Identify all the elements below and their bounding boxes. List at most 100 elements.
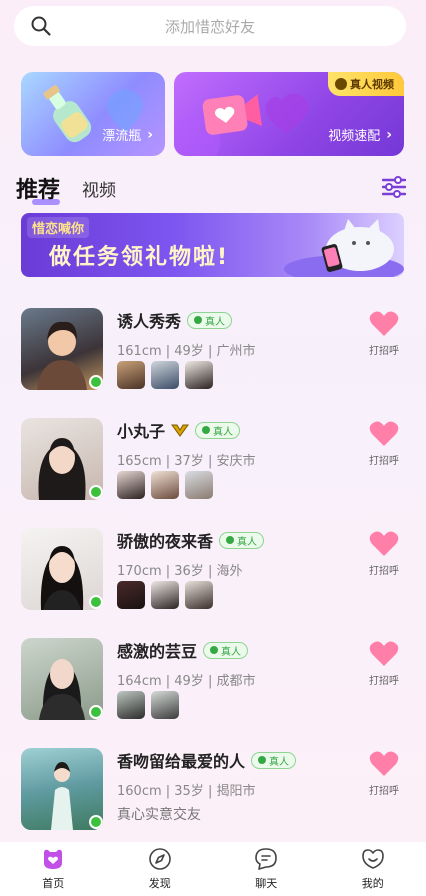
verified-icon (210, 646, 219, 654)
photo-thumb[interactable] (117, 581, 145, 609)
drift-bottle-label: 漂流瓶 (102, 129, 142, 144)
list-item[interactable]: 诱人秀秀 真人 161cm | 49岁 | 广州市 打招呼 (0, 308, 426, 398)
search-placeholder: 添加惜恋好友 (164, 17, 255, 36)
drift-bottle-card[interactable]: 漂流瓶 › (21, 72, 165, 156)
user-intro: 真心实意交友 (117, 807, 201, 823)
photo-strip (117, 361, 213, 389)
photo-thumb[interactable] (185, 581, 213, 609)
greet-button[interactable]: 打招呼 (364, 640, 404, 687)
user-name: 诱人秀秀 (117, 312, 182, 331)
photo-strip (117, 471, 213, 499)
verified-icon (202, 426, 211, 434)
video-match-label: 视频速配 (328, 129, 381, 144)
tab-label: 聊天 (255, 877, 278, 890)
tab-discover[interactable]: 发现 (120, 847, 200, 891)
verified-badge: 真人 (219, 531, 265, 549)
greet-button[interactable]: 打招呼 (364, 750, 404, 797)
tab-chat[interactable]: 聊天 (226, 847, 306, 891)
photo-thumb[interactable] (185, 471, 213, 499)
online-indicator (89, 375, 103, 389)
heart-icon (369, 531, 399, 556)
user-info: 165cm | 37岁 | 安庆市 (117, 454, 256, 469)
online-indicator (89, 485, 103, 499)
greet-label: 打招呼 (369, 566, 399, 577)
verified-badge: 真人 (187, 311, 233, 329)
greet-label: 打招呼 (369, 456, 399, 467)
greet-label: 打招呼 (369, 786, 399, 797)
bottom-tab-bar: 首页 发现 聊天 我的 (0, 842, 426, 896)
verified-badge: 真人 (203, 641, 249, 659)
user-info: 170cm | 36岁 | 海外 (117, 564, 243, 579)
verified-icon (194, 316, 203, 324)
tab-label: 发现 (148, 877, 171, 890)
filter-icon[interactable] (382, 176, 406, 198)
photo-strip (117, 691, 179, 719)
user-name: 骄傲的夜来香 (117, 532, 214, 551)
avatar[interactable] (21, 748, 103, 830)
avatar[interactable] (21, 528, 103, 610)
photo-thumb[interactable] (117, 691, 145, 719)
vip-icon (171, 424, 189, 437)
search-icon (31, 16, 51, 36)
tab-label: 我的 (361, 877, 384, 890)
greet-label: 打招呼 (369, 676, 399, 687)
search-bar[interactable]: 添加惜恋好友 (14, 6, 406, 46)
heart-icon (369, 751, 399, 776)
video-match-card[interactable]: 真人视频 视频速配 › (174, 72, 404, 156)
check-icon (335, 78, 347, 90)
real-video-badge: 真人视频 (328, 72, 404, 96)
heart-icon (369, 311, 399, 336)
online-indicator (89, 595, 103, 609)
user-info: 160cm | 35岁 | 揭阳市 (117, 784, 256, 799)
chat-icon (255, 848, 278, 870)
list-item[interactable]: 香吻留给最爱的人 真人 160cm | 35岁 | 揭阳市 真心实意交友 打招呼 (0, 748, 426, 838)
photo-thumb[interactable] (151, 691, 179, 719)
photo-thumb[interactable] (185, 361, 213, 389)
greet-label: 打招呼 (369, 346, 399, 357)
user-name: 香吻留给最爱的人 (117, 752, 246, 771)
chevron-right-icon: › (386, 126, 392, 143)
avatar[interactable] (21, 418, 103, 500)
home-icon (44, 849, 63, 869)
photo-thumb[interactable] (151, 361, 179, 389)
task-gift-banner[interactable]: 惜恋喊你 做任务领礼物啦! (21, 213, 404, 277)
tab-recommend[interactable]: 推荐 (16, 172, 60, 205)
greet-button[interactable]: 打招呼 (364, 420, 404, 467)
online-indicator (89, 815, 103, 829)
verified-icon (226, 536, 235, 544)
online-indicator (89, 705, 103, 719)
tab-home[interactable]: 首页 (13, 847, 93, 891)
chevron-right-icon: › (147, 126, 153, 143)
cat-illustration (284, 219, 404, 277)
photo-strip (117, 581, 213, 609)
tab-video[interactable]: 视频 (82, 176, 116, 204)
greet-button[interactable]: 打招呼 (364, 530, 404, 577)
tab-label: 首页 (42, 877, 65, 890)
feed-tabs: 推荐 视频 (16, 172, 116, 205)
user-info: 164cm | 49岁 | 成都市 (117, 674, 256, 689)
profile-icon (361, 849, 384, 869)
greet-button[interactable]: 打招呼 (364, 310, 404, 357)
heart-icon (369, 421, 399, 446)
tab-mine[interactable]: 我的 (333, 847, 413, 891)
photo-thumb[interactable] (151, 471, 179, 499)
avatar[interactable] (21, 638, 103, 720)
list-item[interactable]: 骄傲的夜来香 真人 170cm | 36岁 | 海外 打招呼 (0, 528, 426, 618)
photo-thumb[interactable] (117, 361, 145, 389)
avatar[interactable] (21, 308, 103, 390)
photo-thumb[interactable] (117, 471, 145, 499)
banner-title: 做任务领礼物啦! (49, 245, 230, 270)
list-item[interactable]: 感激的芸豆 真人 164cm | 49岁 | 成都市 打招呼 (0, 638, 426, 728)
verified-badge: 真人 (251, 751, 297, 769)
verified-badge: 真人 (195, 421, 241, 439)
real-video-badge-label: 真人视频 (350, 78, 394, 91)
user-info: 161cm | 49岁 | 广州市 (117, 344, 256, 359)
verified-icon (258, 756, 267, 764)
photo-thumb[interactable] (151, 581, 179, 609)
list-item[interactable]: 小丸子 真人 165cm | 37岁 | 安庆市 打招呼 (0, 418, 426, 508)
compass-icon (148, 848, 171, 870)
banner-subtitle: 惜恋喊你 (27, 217, 90, 238)
user-name: 感激的芸豆 (117, 642, 198, 661)
heart-icon (369, 641, 399, 666)
user-name: 小丸子 (117, 422, 166, 441)
